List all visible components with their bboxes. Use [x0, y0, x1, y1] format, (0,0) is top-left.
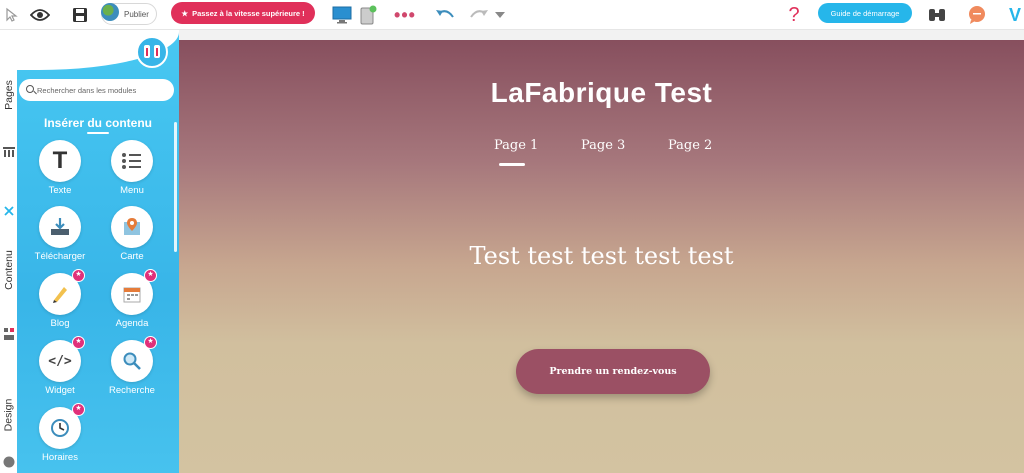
clock-icon: ★ [39, 403, 85, 449]
premium-star-icon: ★ [72, 403, 85, 416]
title-underline [87, 132, 109, 134]
brand-logo-icon[interactable]: V [1006, 0, 1024, 30]
download-icon [39, 206, 81, 248]
module-texte[interactable]: T Texte [30, 140, 90, 196]
save-icon[interactable] [70, 0, 90, 30]
cta-label: Prendre un rendez-vous [549, 366, 677, 377]
insert-content-panel: Rechercher dans les modules Insérer du c… [17, 30, 179, 473]
nav-item-page-3[interactable]: Page 3 [581, 138, 625, 153]
module-label: Menu [120, 185, 144, 196]
star-icon: ★ [181, 8, 189, 18]
premium-star-icon: ★ [72, 336, 85, 349]
tab-contenu[interactable]: Contenu [0, 225, 17, 315]
module-search-input[interactable]: Rechercher dans les modules [19, 79, 174, 101]
guide-button[interactable]: Guide de démarrage [818, 3, 912, 23]
tab-design[interactable]: Design [0, 370, 17, 460]
preview-eye-icon[interactable] [28, 0, 52, 30]
close-icon[interactable] [0, 200, 17, 222]
module-blog[interactable]: ★ Blog [30, 269, 90, 329]
nav-item-page-2[interactable]: Page 2 [668, 138, 712, 153]
panel-title: Insérer du contenu [43, 116, 153, 130]
chat-bubble-icon[interactable] [965, 0, 989, 30]
globe-icon [101, 3, 119, 21]
help-question-icon[interactable]: ? [784, 0, 804, 30]
editor-canvas: LaFabrique Test Page 1 Page 3 Page 2 Tes… [179, 30, 1024, 473]
module-horaires[interactable]: ★ Horaires [30, 403, 90, 463]
module-search-placeholder: Rechercher dans les modules [37, 85, 137, 95]
pages-columns-icon[interactable] [0, 142, 17, 162]
module-label: Texte [48, 185, 72, 196]
tab-pages-label: Pages [2, 80, 15, 110]
blog-icon: ★ [39, 269, 85, 315]
module-menu[interactable]: Menu [102, 140, 162, 196]
palette-icon[interactable] [0, 452, 17, 472]
tab-pages[interactable]: Pages [0, 60, 17, 130]
site-title[interactable]: LaFabrique Test [179, 77, 1024, 109]
nav-active-underline [499, 163, 525, 166]
premium-star-icon: ★ [144, 269, 157, 282]
module-label: Widget [45, 385, 75, 396]
guide-label: Guide de démarrage [830, 8, 900, 18]
tab-contenu-label: Contenu [2, 250, 15, 290]
top-toolbar: Publier ★ Passez à la vitesse supérieure… [0, 0, 1024, 30]
side-tab-strip: Pages Contenu Design [0, 30, 17, 473]
undo-icon[interactable] [433, 0, 457, 30]
publish-label: Publier [124, 9, 149, 19]
nav-item-page-1[interactable]: Page 1 [494, 138, 538, 153]
search-icon: ★ [111, 336, 157, 382]
history-dropdown-icon[interactable] [493, 0, 507, 30]
module-label: Recherche [109, 385, 155, 396]
module-label: Carte [120, 251, 144, 262]
module-widget[interactable]: </> ★ Widget [30, 336, 90, 396]
module-label: Agenda [115, 318, 149, 329]
premium-star-icon: ★ [144, 336, 157, 349]
tab-design-label: Design [2, 398, 15, 432]
tablet-view-icon[interactable] [357, 0, 379, 30]
module-agenda[interactable]: ★ Agenda [102, 269, 162, 329]
redo-icon[interactable] [467, 0, 491, 30]
module-recherche[interactable]: ★ Recherche [102, 336, 162, 396]
site-hero-section[interactable]: LaFabrique Test Page 1 Page 3 Page 2 Tes… [179, 40, 1024, 473]
binoculars-icon[interactable] [925, 0, 949, 30]
desktop-view-icon[interactable] [330, 0, 354, 30]
panel-scrollbar[interactable] [174, 122, 177, 252]
contenu-blocks-icon[interactable] [0, 322, 17, 346]
module-carte[interactable]: Carte [102, 206, 162, 262]
cta-button[interactable]: Prendre un rendez-vous [516, 349, 710, 394]
assistant-avatar-icon[interactable] [136, 36, 168, 68]
search-icon [26, 85, 34, 93]
upgrade-button[interactable]: ★ Passez à la vitesse supérieure ! [171, 2, 315, 24]
cursor-icon[interactable] [2, 0, 22, 30]
more-dots-icon[interactable]: ••• [393, 0, 417, 30]
module-label: Blog [50, 318, 70, 329]
text-icon: T [39, 140, 81, 182]
menu-list-icon [111, 140, 153, 182]
calendar-icon: ★ [111, 269, 157, 315]
map-icon [111, 206, 153, 248]
upgrade-label: Passez à la vitesse supérieure ! [192, 8, 305, 18]
premium-star-icon: ★ [72, 269, 85, 282]
module-label: Télécharger [34, 251, 86, 262]
module-label: Horaires [42, 452, 78, 463]
code-icon: </> ★ [39, 336, 85, 382]
module-telecharger[interactable]: Télécharger [30, 206, 90, 262]
hero-text[interactable]: Test test test test test [179, 242, 1024, 270]
